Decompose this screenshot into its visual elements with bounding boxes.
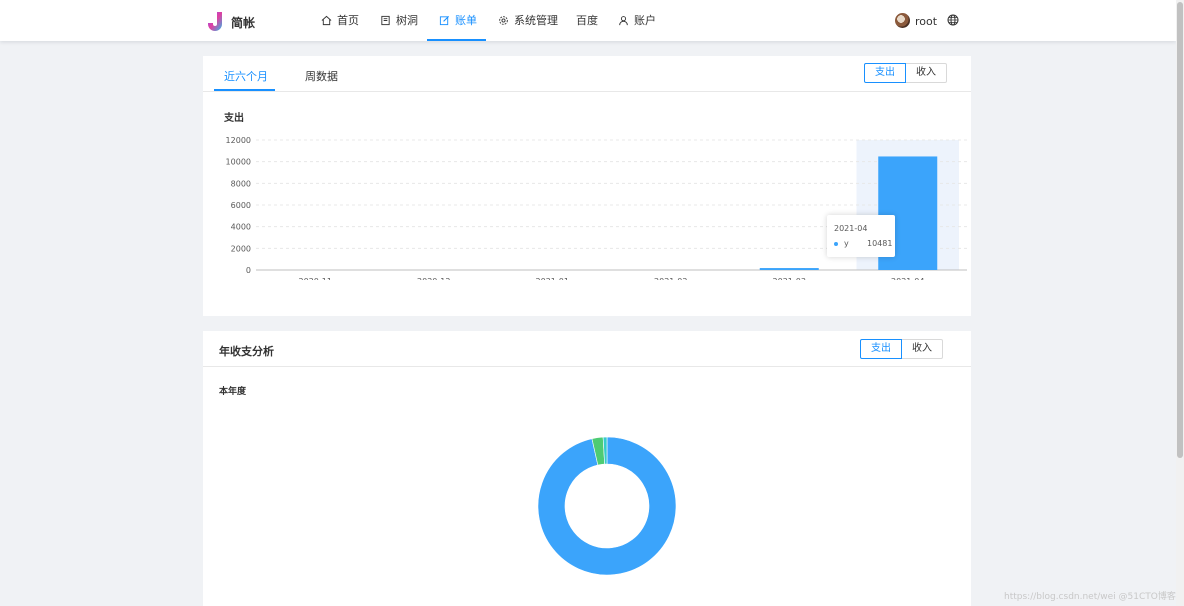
tooltip-series-marker xyxy=(834,242,838,246)
nav-system-label: 系统管理 xyxy=(514,13,558,27)
y-tick-label: 12000 xyxy=(226,136,251,145)
y-tick-label: 8000 xyxy=(231,179,251,188)
x-tick-label: 2021-03 xyxy=(773,277,806,280)
donut-chart[interactable] xyxy=(536,435,678,577)
nav-account-label: 账户 xyxy=(634,13,656,27)
nav-bills-label: 账单 xyxy=(455,13,477,27)
period-tabs: 近六个月 周数据 支出 收入 xyxy=(203,56,971,92)
user-icon xyxy=(619,16,628,26)
annual-analysis-header: 年收支分析 支出 收入 xyxy=(203,331,971,367)
type-toggle: 支出 收入 xyxy=(864,63,947,83)
annual-expense-button[interactable]: 支出 xyxy=(860,339,902,359)
y-tick-label: 4000 xyxy=(231,223,251,232)
x-tick-label: 2021-02 xyxy=(654,277,687,280)
nav-baidu-label: 百度 xyxy=(576,13,598,27)
chart-title: 支出 xyxy=(224,113,244,124)
y-tick-label: 10000 xyxy=(226,158,251,167)
avatar[interactable] xyxy=(895,13,910,28)
chart-tooltip: 2021-04 y 10481 xyxy=(827,215,895,257)
income-toggle-button[interactable]: 收入 xyxy=(906,63,947,83)
annual-type-toggle: 支出 收入 xyxy=(860,339,943,359)
y-tick-label: 0 xyxy=(246,266,251,275)
top-header: 简帐 首页 树洞 账单 系统管理 百度 账户 root xyxy=(0,0,1176,41)
nav-account[interactable]: 账户 xyxy=(618,0,656,41)
y-tick-label: 6000 xyxy=(231,201,251,210)
annual-income-button[interactable]: 收入 xyxy=(902,339,943,359)
app-logo-icon[interactable] xyxy=(204,11,224,31)
expense-toggle-button[interactable]: 支出 xyxy=(864,63,906,83)
scrollbar-thumb[interactable] xyxy=(1177,2,1183,458)
tab-weekly[interactable]: 周数据 xyxy=(305,68,338,84)
annual-analysis-title: 年收支分析 xyxy=(219,345,274,358)
nav-treehole-label: 树洞 xyxy=(396,13,418,27)
tooltip-value: 10481 xyxy=(867,239,893,248)
nav-treehole[interactable]: 树洞 xyxy=(380,0,418,41)
home-icon xyxy=(321,15,332,26)
nav-home[interactable]: 首页 xyxy=(321,0,359,41)
gear-icon xyxy=(499,16,508,25)
bar-chart[interactable]: 0 2000 4000 6000 8000 10000 12000 2020-11 2020-1… xyxy=(203,130,971,280)
nav-bills[interactable]: 账单 xyxy=(439,0,477,41)
x-tick-label: 2020-12 xyxy=(417,277,450,280)
monthly-expense-card: 近六个月 周数据 支出 收入 支出 0 2000 4000 6000 8000 10000… xyxy=(203,56,971,316)
watermark: https://blog.csdn.net/wei @51CTO博客 xyxy=(1004,592,1176,602)
annual-analysis-card: 年收支分析 支出 收入 本年度 xyxy=(203,331,971,606)
book-icon xyxy=(381,15,390,26)
x-tick-label: 2020-11 xyxy=(299,277,332,280)
x-tick-label: 2021-04 xyxy=(891,277,924,280)
tooltip-series-name: y xyxy=(844,239,849,248)
nav-active-indicator xyxy=(427,39,486,41)
nav-home-label: 首页 xyxy=(337,13,359,27)
app-brand[interactable]: 简帐 xyxy=(231,14,255,31)
globe-icon[interactable] xyxy=(947,14,959,26)
tooltip-title: 2021-04 xyxy=(834,224,868,233)
x-tick-label: 2021-01 xyxy=(536,277,569,280)
nav-system[interactable]: 系统管理 xyxy=(498,0,558,41)
bar[interactable] xyxy=(759,268,819,270)
annual-subtitle: 本年度 xyxy=(219,387,247,397)
y-tick-label: 2000 xyxy=(231,244,251,253)
tab-active-indicator xyxy=(214,89,275,91)
tab-six-months[interactable]: 近六个月 xyxy=(224,68,268,84)
edit-icon xyxy=(439,15,450,26)
nav-baidu[interactable]: 百度 xyxy=(576,0,598,41)
username[interactable]: root xyxy=(915,15,937,28)
